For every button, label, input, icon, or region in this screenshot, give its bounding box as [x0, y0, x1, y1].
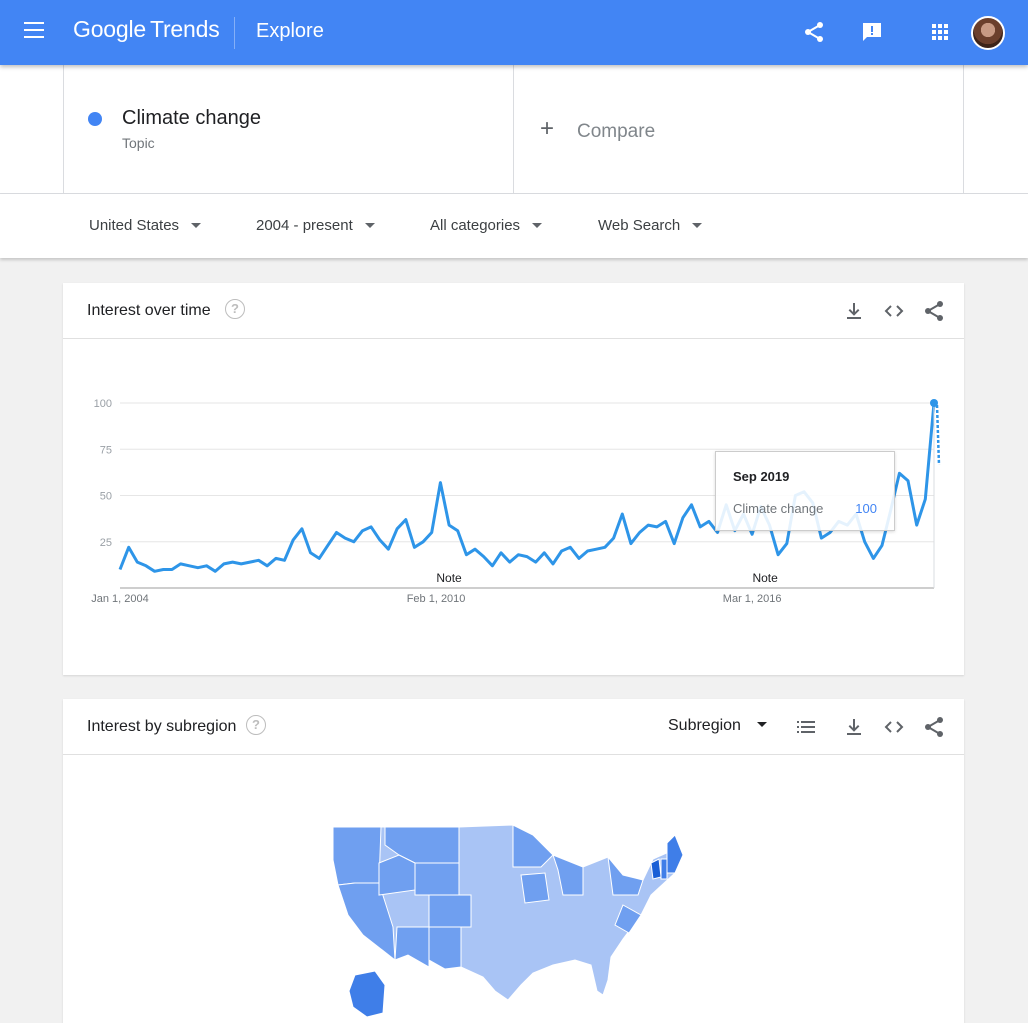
plus-icon: +	[540, 115, 555, 142]
download-icon[interactable]	[842, 299, 866, 323]
map-region	[607, 855, 644, 896]
partial-data-line	[935, 404, 941, 466]
share-icon[interactable]	[922, 715, 946, 739]
chart-annotation-note: Note	[436, 571, 462, 585]
map-region	[666, 834, 684, 874]
dropdown-arrow-icon	[756, 722, 767, 728]
y-tick-label: 50	[100, 491, 112, 503]
data-point	[930, 399, 938, 407]
interest-over-time-card: Interest over time ? 25 50 75 100 Jan 1, 200…	[63, 283, 964, 675]
help-icon[interactable]: ?	[246, 715, 266, 735]
dropdown-arrow-icon	[364, 222, 375, 228]
tooltip-series: Climate change	[733, 501, 824, 516]
x-tick-label: Jan 1, 2004	[91, 593, 149, 605]
feedback-icon[interactable]	[860, 20, 884, 44]
embed-code-icon[interactable]	[882, 299, 906, 323]
card-header: Interest over time ?	[63, 283, 964, 339]
resolution-select[interactable]: Subregion	[668, 717, 767, 735]
search-terms-bar: Climate change Topic + Compare	[0, 65, 1028, 194]
apps-icon[interactable]	[928, 20, 952, 44]
card-header: Interest by subregion ? Subregion	[63, 699, 964, 755]
map-region	[394, 926, 430, 968]
map-region	[348, 970, 386, 1018]
embed-code-icon[interactable]	[882, 715, 906, 739]
tooltip-value: 100	[855, 501, 877, 516]
map-region	[378, 854, 416, 896]
chart-annotation-note: Note	[752, 571, 778, 585]
map-svg	[332, 824, 684, 1018]
google-trends-logo[interactable]: Google Trends	[73, 16, 220, 43]
y-tick-label: 25	[100, 537, 112, 549]
page-title: Explore	[256, 20, 324, 42]
compare-label: Compare	[577, 121, 656, 142]
filter-bar: United States 2004 - present All categor…	[0, 194, 1028, 258]
list-view-icon[interactable]	[794, 715, 818, 739]
search-type-filter[interactable]: Web Search	[598, 217, 703, 234]
y-tick-label: 75	[100, 444, 112, 456]
region-filter[interactable]: United States	[89, 217, 202, 234]
us-subregion-map[interactable]	[63, 755, 964, 1023]
dropdown-arrow-icon	[692, 222, 703, 228]
term-name: Climate change	[122, 107, 261, 129]
map-region	[414, 862, 460, 896]
tooltip-date: Sep 2019	[733, 469, 790, 484]
category-filter[interactable]: All categories	[430, 217, 543, 234]
interest-over-time-chart[interactable]: 25 50 75 100 Jan 1, 2004 Feb 1, 2010 Mar 1, 20…	[63, 339, 964, 675]
y-tick-label: 100	[94, 398, 112, 410]
interest-by-subregion-card: Interest by subregion ? Subregion	[63, 699, 964, 1023]
card-title: Interest over time	[87, 302, 211, 319]
dropdown-arrow-icon	[191, 222, 202, 228]
download-icon[interactable]	[842, 715, 866, 739]
x-tick-label: Feb 1, 2010	[407, 593, 466, 605]
term-color-dot	[88, 112, 102, 126]
share-icon[interactable]	[922, 299, 946, 323]
map-region	[512, 824, 554, 868]
card-title: Interest by subregion	[87, 718, 237, 735]
x-tick-label: Mar 1, 2016	[723, 593, 782, 605]
map-region	[332, 826, 382, 886]
map-region	[520, 872, 550, 904]
top-app-bar: Google Trends Explore	[0, 0, 1028, 65]
dropdown-arrow-icon	[532, 222, 543, 228]
chart-tooltip: Sep 2019 Climate change 100	[715, 451, 895, 531]
term-type: Topic	[122, 135, 155, 151]
help-icon[interactable]: ?	[225, 299, 245, 319]
map-region	[660, 858, 668, 880]
menu-icon[interactable]	[24, 22, 44, 42]
avatar[interactable]	[971, 16, 1005, 50]
map-region	[428, 926, 462, 970]
map-region	[428, 894, 472, 928]
map-region	[650, 858, 662, 880]
header-divider	[234, 17, 235, 49]
share-icon[interactable]	[802, 20, 826, 44]
search-term-card[interactable]: Climate change Topic	[63, 65, 514, 193]
compare-button[interactable]: + Compare	[514, 65, 964, 193]
time-range-filter[interactable]: 2004 - present	[256, 217, 375, 234]
